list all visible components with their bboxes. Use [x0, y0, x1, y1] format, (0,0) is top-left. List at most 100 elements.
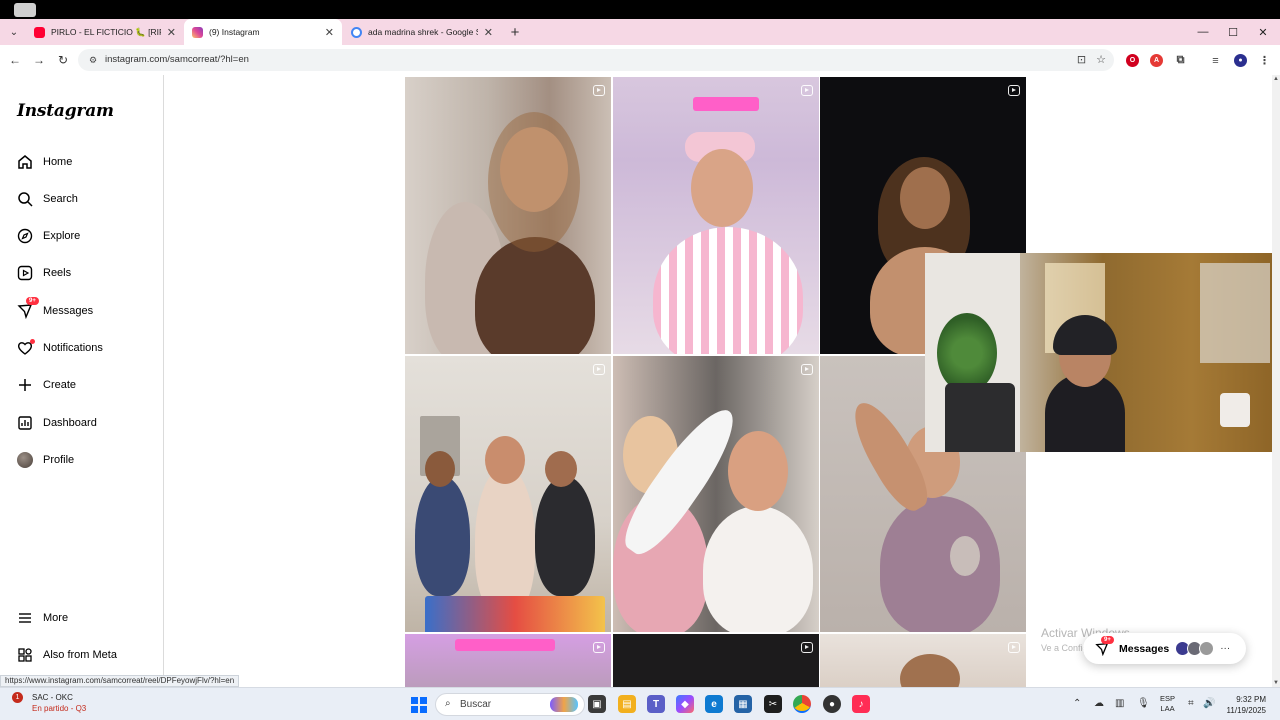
- reel-icon: [801, 642, 813, 653]
- window-close-button[interactable]: ✕: [1248, 19, 1278, 45]
- heart-icon: [16, 339, 35, 357]
- avatar: [1199, 641, 1215, 656]
- sidebar-item-messages[interactable]: 9+ Messages: [16, 297, 93, 322]
- onedrive-icon[interactable]: ☁: [1094, 698, 1104, 709]
- tab-google[interactable]: ada madrina shrek - Google Se ✕: [343, 19, 501, 45]
- windows-start-icon[interactable]: [411, 697, 427, 713]
- reel-thumbnail[interactable]: [820, 634, 1026, 687]
- sidebar-item-search[interactable]: Search: [16, 188, 78, 210]
- tab-title: PIRLO - EL FICTICIO 🐛 [RIP Ble: [51, 26, 161, 37]
- screen-top-strip: [0, 0, 1280, 19]
- security-icon[interactable]: ▥: [1115, 698, 1124, 709]
- sidebar-item-label: Notifications: [43, 342, 103, 354]
- chrome-icon[interactable]: [793, 695, 811, 713]
- back-button[interactable]: ←: [6, 51, 24, 69]
- notification-dot: [30, 339, 35, 344]
- sidebar-item-explore[interactable]: Explore: [16, 225, 80, 247]
- reel-thumbnail[interactable]: [405, 77, 611, 354]
- sidebar-item-also-from-meta[interactable]: Also from Meta: [16, 644, 117, 666]
- reel-icon: [593, 642, 605, 653]
- close-icon[interactable]: ✕: [167, 26, 176, 39]
- dashboard-icon: [16, 414, 34, 432]
- address-bar[interactable]: ⚙ instagram.com/samcorreat/?hl=en ⊡ ☆: [78, 49, 1114, 71]
- minimize-button[interactable]: —: [1188, 19, 1218, 45]
- status-url: https://www.instagram.com/samcorreat/ree…: [0, 675, 240, 687]
- tiktok-icon[interactable]: ♪: [852, 695, 870, 713]
- reel-icon: [1008, 642, 1020, 653]
- new-tab-button[interactable]: +: [505, 22, 525, 42]
- taskbar-search[interactable]: ⌕ Buscar: [435, 693, 585, 716]
- messages-badge: 9+: [1101, 635, 1114, 644]
- hamburger-icon: [16, 609, 34, 627]
- sidebar-item-label: Reels: [43, 267, 72, 279]
- sports-widget-title: SAC - OKC: [32, 693, 73, 702]
- microphone-icon[interactable]: 🎙: [1137, 698, 1150, 709]
- profile-icon[interactable]: ●: [1234, 54, 1247, 67]
- search-highlight-icon: [550, 697, 578, 712]
- sports-widget[interactable]: 1 SAC - OKC En partido - Q3: [12, 692, 86, 714]
- network-icon[interactable]: ⌗: [1188, 698, 1194, 709]
- reel-icon: [593, 85, 605, 96]
- sidebar-item-home[interactable]: Home: [16, 151, 72, 173]
- teams-icon[interactable]: T: [647, 695, 665, 713]
- home-icon: [16, 153, 34, 171]
- instagram-logo[interactable]: Instagram: [17, 101, 114, 121]
- sidebar-item-profile[interactable]: Profile: [16, 449, 74, 471]
- google-icon: [351, 26, 362, 38]
- copilot-icon[interactable]: ◆: [676, 695, 694, 713]
- tab-instagram[interactable]: (9) Instagram ✕: [184, 19, 342, 45]
- sidebar-item-reels[interactable]: Reels: [16, 262, 71, 284]
- close-icon[interactable]: ✕: [325, 26, 334, 39]
- extension-adblock-icon[interactable]: A: [1150, 54, 1163, 67]
- scroll-down-icon[interactable]: ▼: [1273, 680, 1279, 686]
- install-app-icon[interactable]: ⊡: [1077, 53, 1086, 66]
- reel-thumbnail[interactable]: [405, 634, 611, 687]
- tab-youtube[interactable]: PIRLO - EL FICTICIO 🐛 [RIP Ble ✕: [26, 19, 184, 45]
- compass-icon: [16, 227, 34, 245]
- reel-icon: [801, 85, 813, 96]
- capcut-icon[interactable]: ✂: [764, 695, 782, 713]
- tab-search-button[interactable]: ⌄: [4, 22, 24, 42]
- task-view-icon[interactable]: ▣: [588, 695, 606, 713]
- sidebar-item-more[interactable]: More: [16, 607, 68, 629]
- bookmark-star-icon[interactable]: ☆: [1096, 53, 1106, 66]
- scroll-up-icon[interactable]: ▲: [1273, 76, 1279, 82]
- messages-float-button[interactable]: 9+ Messages ···: [1083, 633, 1246, 664]
- file-explorer-icon[interactable]: ▤: [618, 695, 636, 713]
- page-scrollbar[interactable]: ▲ ▼: [1272, 75, 1280, 687]
- plus-icon: [16, 376, 34, 394]
- sidebar-item-notifications[interactable]: Notifications: [16, 337, 103, 359]
- instagram-sidebar: Instagram Home Search Explore Reels 9+ M…: [0, 75, 164, 687]
- avatar: [17, 452, 33, 468]
- system-clock[interactable]: 9:32 PM 11/19/2025: [1220, 694, 1266, 716]
- site-info-icon[interactable]: ⚙: [87, 54, 99, 66]
- messenger-icon: 9+: [1095, 635, 1114, 656]
- reels-icon: [16, 264, 34, 282]
- media-controls-icon[interactable]: ≡: [1209, 54, 1222, 67]
- maximize-button[interactable]: ☐: [1218, 19, 1248, 45]
- volume-icon[interactable]: 🔊: [1203, 698, 1215, 709]
- browser-tab-bar: ⌄ PIRLO - EL FICTICIO 🐛 [RIP Ble ✕ (9) I…: [0, 19, 1280, 45]
- store-icon[interactable]: ▦: [734, 695, 752, 713]
- reel-thumbnail[interactable]: [405, 356, 611, 632]
- sidebar-item-label: Profile: [43, 454, 75, 466]
- reel-thumbnail[interactable]: [613, 356, 819, 632]
- reel-thumbnail[interactable]: [613, 77, 819, 354]
- menu-kebab-icon[interactable]: ⋮: [1258, 54, 1271, 67]
- reel-icon: [1008, 85, 1020, 96]
- forward-button[interactable]: →: [30, 51, 48, 69]
- browser-toolbar: ← → ↻ ⚙ instagram.com/samcorreat/?hl=en …: [0, 45, 1280, 75]
- extension-opera-icon[interactable]: O: [1126, 54, 1139, 67]
- reload-button[interactable]: ↻: [54, 51, 72, 69]
- sports-badge: 1: [12, 692, 23, 703]
- extensions-puzzle-icon[interactable]: ⧉: [1174, 54, 1187, 67]
- chevron-up-icon[interactable]: ⌃: [1073, 698, 1081, 709]
- windows-taskbar: 1 SAC - OKC En partido - Q3 ⌕ Buscar ▣ ▤…: [0, 687, 1280, 720]
- language-indicator[interactable]: ESP LAA: [1160, 694, 1175, 714]
- sidebar-item-create[interactable]: Create: [16, 374, 76, 396]
- obs-icon[interactable]: ●: [823, 695, 841, 713]
- sidebar-item-dashboard[interactable]: Dashboard: [16, 412, 97, 434]
- close-icon[interactable]: ✕: [484, 26, 493, 39]
- reel-thumbnail[interactable]: [613, 634, 819, 687]
- edge-icon[interactable]: e: [705, 695, 723, 713]
